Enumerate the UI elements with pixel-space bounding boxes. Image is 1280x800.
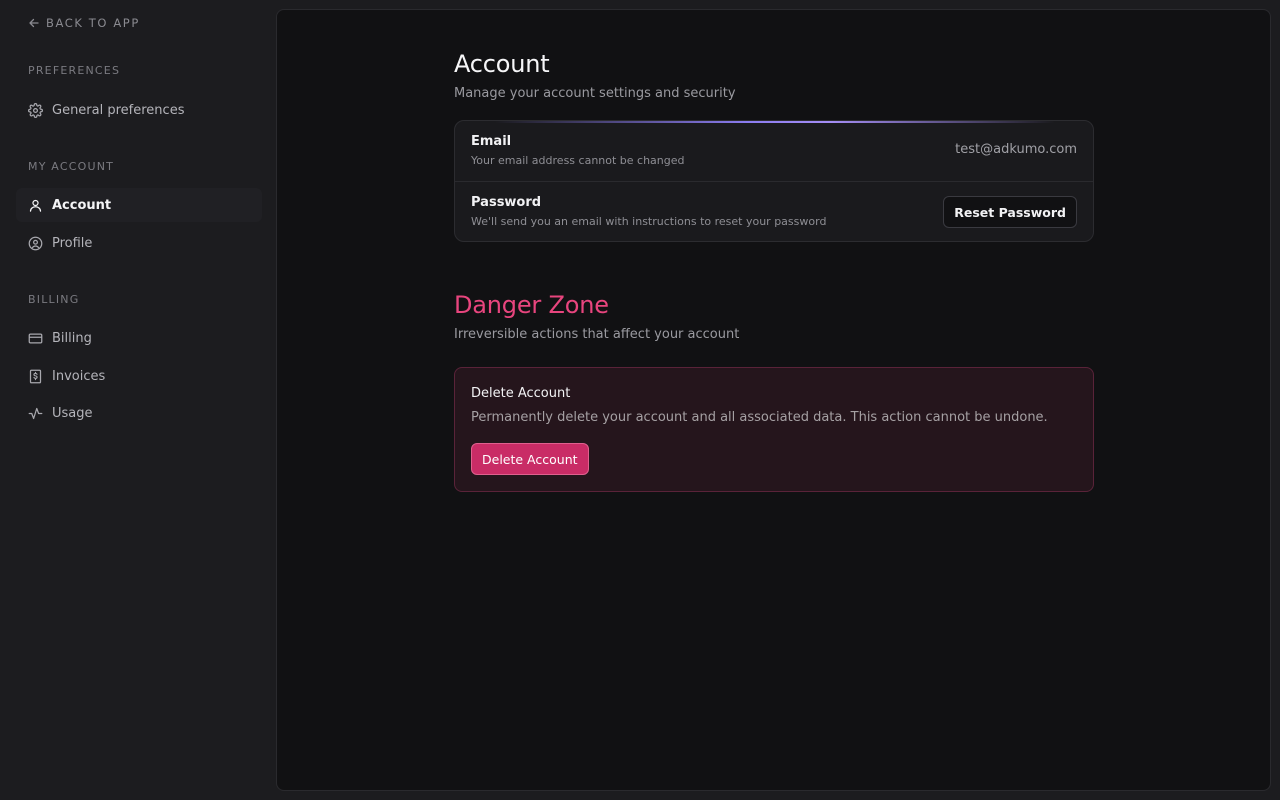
page-title: Account (454, 50, 550, 78)
settings-sidebar: BACK TO APP PREFERENCES General preferen… (0, 0, 276, 800)
password-title: Password (471, 195, 542, 210)
delete-account-card: Delete Account Permanently delete your a… (454, 367, 1094, 492)
sidebar-item-label: Invoices (52, 368, 106, 384)
email-title: Email (471, 134, 512, 149)
arrow-left-icon (29, 18, 39, 28)
email-row: Email Your email address cannot be chang… (455, 121, 1093, 182)
danger-zone-title: Danger Zone (454, 291, 609, 319)
password-description: We'll send you an email with instruction… (471, 215, 827, 228)
sidebar-item-label: Profile (52, 235, 93, 251)
email-value: test@adkumo.com (955, 142, 1077, 157)
sidebar-item-label: Usage (52, 405, 93, 421)
receipt-dollar-icon (29, 369, 42, 383)
sidebar-item-usage[interactable]: Usage (16, 396, 262, 430)
user-circle-icon (28, 236, 43, 250)
credit-card-icon (28, 333, 43, 343)
section-label-billing: BILLING (28, 293, 80, 306)
delete-account-button[interactable]: Delete Account (471, 443, 589, 475)
sidebar-item-invoices[interactable]: Invoices (16, 359, 262, 393)
reset-password-button[interactable]: Reset Password (943, 196, 1077, 228)
activity-icon (28, 407, 43, 419)
main-content-panel: Account Manage your account settings and… (276, 9, 1271, 791)
back-to-app-link[interactable]: BACK TO APP (28, 16, 140, 30)
section-label-preferences: PREFERENCES (28, 64, 121, 77)
sidebar-item-general-preferences[interactable]: General preferences (16, 93, 262, 127)
password-row: Password We'll send you an email with in… (455, 181, 1093, 241)
page-subtitle: Manage your account settings and securit… (454, 86, 736, 101)
gear-icon (28, 102, 43, 118)
sidebar-item-label: Billing (52, 330, 92, 346)
section-label-my-account: MY ACCOUNT (28, 160, 115, 173)
user-icon (29, 199, 42, 212)
sidebar-item-profile[interactable]: Profile (16, 226, 262, 260)
account-settings-card: Email Your email address cannot be chang… (454, 120, 1094, 242)
sidebar-item-billing[interactable]: Billing (16, 321, 262, 355)
sidebar-item-label: General preferences (52, 102, 185, 118)
delete-account-title: Delete Account (471, 386, 571, 401)
email-description: Your email address cannot be changed (471, 154, 685, 167)
back-to-app-label: BACK TO APP (46, 16, 140, 30)
delete-account-description: Permanently delete your account and all … (471, 410, 1048, 425)
sidebar-item-label: Account (52, 197, 112, 213)
danger-zone-subtitle: Irreversible actions that affect your ac… (454, 327, 740, 342)
sidebar-item-account[interactable]: Account (16, 188, 262, 222)
